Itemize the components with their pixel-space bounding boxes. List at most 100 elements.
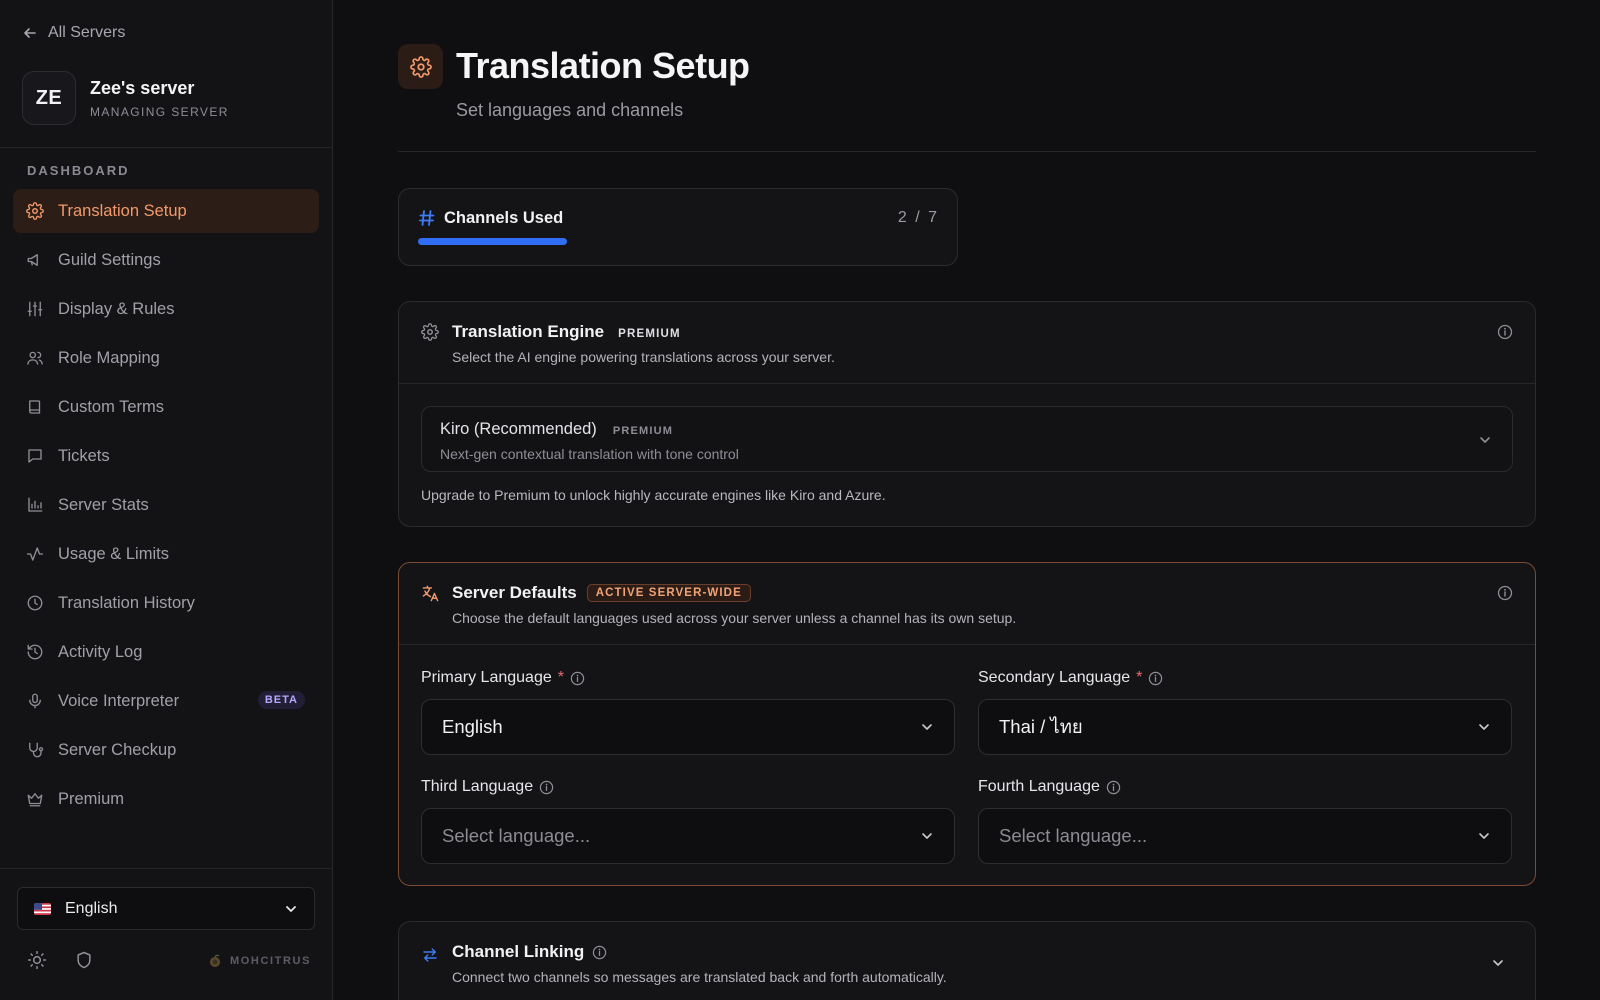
mic-icon [26, 692, 44, 710]
chat-icon [26, 447, 44, 465]
sidebar-item-label: Voice Interpreter [58, 691, 180, 710]
translate-icon [421, 584, 440, 603]
sidebar-item-usage-limits[interactable]: Usage & Limits [13, 532, 319, 576]
sliders-icon [26, 300, 44, 318]
sidebar-item-premium[interactable]: Premium [13, 777, 319, 821]
info-icon[interactable] [1148, 671, 1163, 686]
channels-used-count: 2 / 7 [898, 209, 939, 227]
primary-language-select[interactable]: English [421, 699, 955, 755]
engine-option-premium-tag: PREMIUM [612, 425, 674, 437]
linking-card-title: Channel Linking [452, 942, 585, 961]
sidebar-item-translation-setup[interactable]: Translation Setup [13, 189, 319, 233]
sidebar: All Servers ZE Zee's server MANAGING SER… [0, 0, 333, 1000]
sidebar-item-voice-interpreter[interactable]: Voice Interpreter BETA [13, 679, 319, 723]
gear-icon [26, 202, 44, 220]
all-servers-link[interactable]: All Servers [22, 22, 125, 44]
engine-option-name: Kiro (Recommended) [440, 420, 597, 438]
third-language-label-text: Third Language [421, 778, 534, 795]
sidebar-item-label: Server Stats [58, 495, 149, 514]
sidebar-item-custom-terms[interactable]: Custom Terms [13, 385, 319, 429]
fourth-language-label: Fourth Language [978, 778, 1121, 796]
brand-text: MOHCITRUS [230, 955, 312, 967]
sidebar-item-label: Activity Log [58, 642, 143, 661]
info-icon[interactable] [1106, 780, 1121, 795]
sidebar-item-label: Premium [58, 789, 125, 808]
chevron-down-icon [922, 724, 932, 730]
linking-card-title-row: Channel Linking [452, 942, 607, 962]
channels-progress-fill [418, 238, 568, 245]
sidebar-item-guild-settings[interactable]: Guild Settings [13, 238, 319, 282]
sidebar-item-label: Usage & Limits [58, 544, 169, 563]
info-icon[interactable] [592, 945, 607, 960]
shield-icon[interactable] [74, 950, 94, 970]
primary-language-value: English [442, 716, 503, 737]
sidebar-item-server-stats[interactable]: Server Stats [13, 483, 319, 527]
server-subtitle: MANAGING SERVER [90, 104, 229, 119]
stethoscope-icon [26, 741, 44, 759]
fourth-language-select[interactable]: Select language... [978, 808, 1512, 864]
sidebar-item-label: Translation History [58, 593, 195, 612]
server-avatar: ZE [22, 71, 76, 125]
info-icon[interactable] [1497, 324, 1513, 340]
clock-icon [26, 594, 44, 612]
channels-used-card: Channels Used 2 / 7 [398, 188, 958, 266]
sidebar-item-label: Display & Rules [58, 299, 175, 318]
chevron-down-icon [1493, 960, 1503, 966]
users-icon [26, 349, 44, 367]
main-content: Translation Setup Set languages and chan… [333, 0, 1600, 1000]
theme-toggle-sun-icon[interactable] [27, 950, 47, 970]
sidebar-item-label: Guild Settings [58, 250, 161, 269]
page-title: Translation Setup [456, 45, 750, 86]
interface-language-value: English [65, 899, 118, 917]
premium-tag: PREMIUM [618, 328, 681, 340]
primary-language-label-text: Primary Language [421, 669, 552, 686]
sidebar-item-label: Translation Setup [58, 201, 187, 220]
info-icon[interactable] [1497, 585, 1513, 601]
gear-icon [398, 44, 443, 89]
gear-icon [421, 323, 439, 341]
sidebar-item-label: Custom Terms [58, 397, 165, 416]
sidebar-item-server-checkup[interactable]: Server Checkup [13, 728, 319, 772]
chevron-down-icon [286, 905, 296, 912]
chevron-down-icon [922, 833, 932, 839]
sidebar-item-role-mapping[interactable]: Role Mapping [13, 336, 319, 380]
required-asterisk: * [1136, 669, 1143, 686]
citrus-logo-icon [210, 954, 220, 967]
defaults-card-title: Server Defaults [452, 583, 577, 602]
sidebar-item-activity-log[interactable]: Activity Log [13, 630, 319, 674]
info-icon[interactable] [539, 780, 554, 795]
bar-chart-icon [26, 496, 44, 514]
engine-upgrade-note: Upgrade to Premium to unlock highly accu… [421, 487, 886, 503]
swap-arrows-icon [421, 946, 439, 964]
engine-option-description: Next-gen contextual translation with ton… [440, 446, 739, 462]
defaults-card-description: Choose the default languages used across… [452, 610, 1017, 626]
required-asterisk: * [557, 669, 564, 686]
engine-option-name-row: Kiro (Recommended) PREMIUM [440, 420, 673, 439]
beta-badge: BETA [257, 691, 305, 709]
secondary-language-label: Secondary Language * [978, 669, 1163, 687]
third-language-label: Third Language [421, 778, 554, 796]
third-language-select[interactable]: Select language... [421, 808, 955, 864]
chevron-down-icon [1479, 724, 1489, 730]
arrow-left-icon [24, 28, 36, 38]
channels-used-value: 2 [897, 209, 909, 226]
sidebar-divider [0, 147, 333, 148]
secondary-language-select[interactable]: Thai / ไทย [978, 699, 1512, 755]
channels-used-separator: / [915, 209, 922, 226]
engine-card-title-row: Translation Engine PREMIUM [452, 322, 681, 342]
active-server-wide-badge: ACTIVE SERVER-WIDE [586, 584, 751, 602]
info-icon[interactable] [570, 671, 585, 686]
engine-card-description: Select the AI engine powering translatio… [452, 349, 835, 365]
engine-select[interactable]: Kiro (Recommended) PREMIUM Next-gen conte… [421, 406, 1513, 472]
sidebar-item-translation-history[interactable]: Translation History [13, 581, 319, 625]
secondary-language-label-text: Secondary Language [978, 669, 1131, 686]
sidebar-item-display-rules[interactable]: Display & Rules [13, 287, 319, 331]
interface-language-select[interactable]: English [17, 887, 315, 930]
sidebar-item-label: Role Mapping [58, 348, 160, 367]
sidebar-item-tickets[interactable]: Tickets [13, 434, 319, 478]
channel-linking-card[interactable]: Channel Linking Connect two channels so … [398, 921, 1536, 1000]
brand: MOHCITRUS [208, 954, 311, 968]
megaphone-icon [26, 251, 44, 269]
us-flag-icon [34, 902, 51, 915]
server-name: Zee's server [90, 77, 195, 98]
